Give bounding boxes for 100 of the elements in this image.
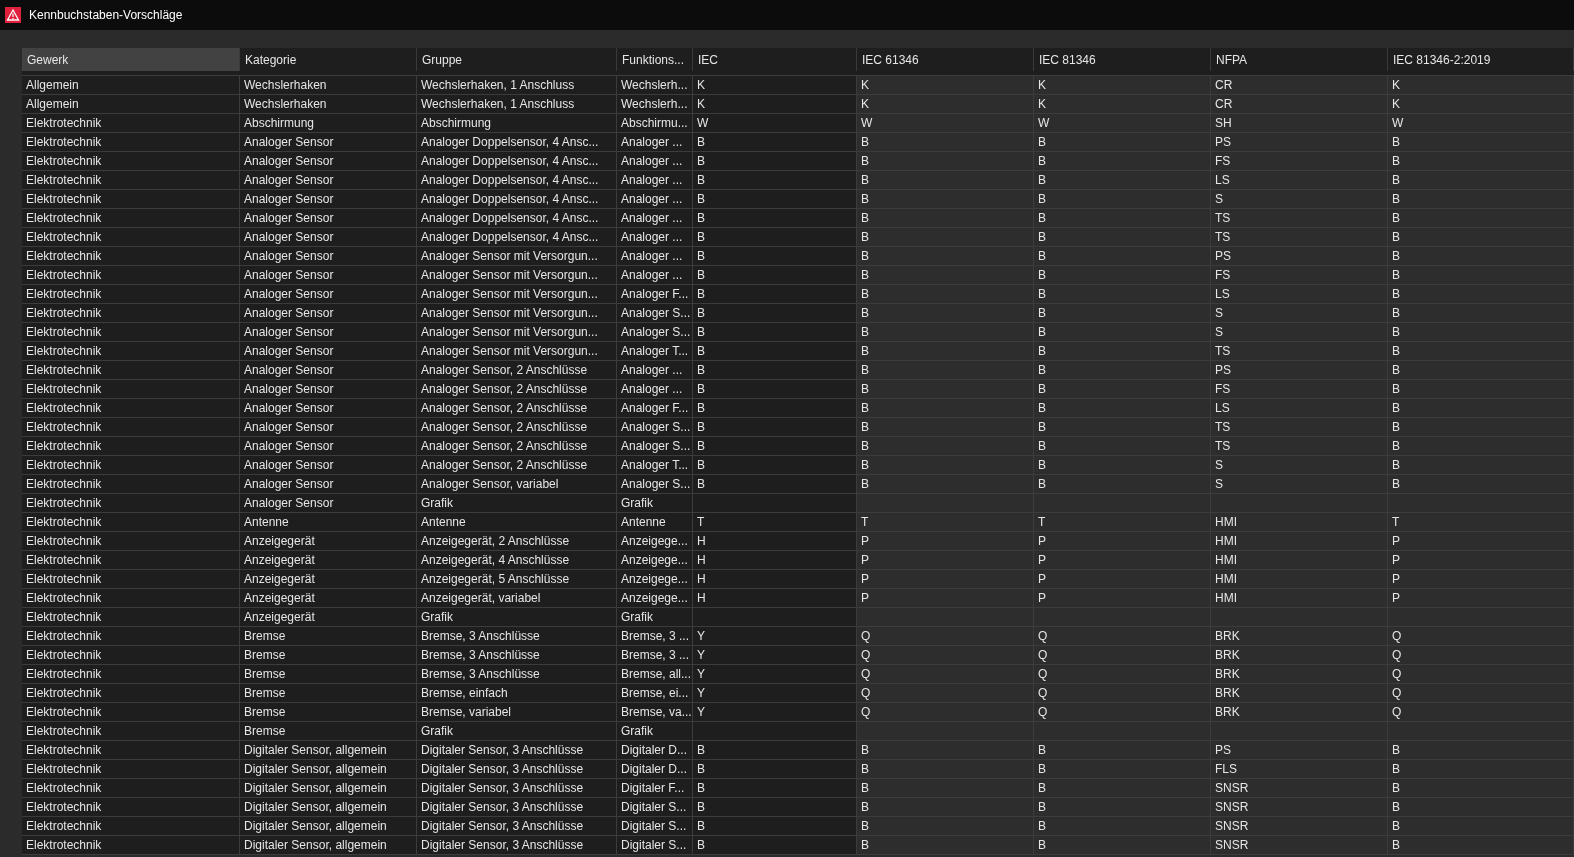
table-cell: Bremse, ei... — [617, 684, 693, 702]
table-cell: Elektrotechnik — [22, 114, 240, 132]
table-cell: Digitaler F... — [617, 779, 693, 797]
table-cell: Y — [693, 627, 857, 645]
table-cell: H — [693, 551, 857, 569]
table-cell: Elektrotechnik — [22, 646, 240, 664]
table-cell: Analoger Sensor mit Versorgun... — [417, 342, 617, 360]
table-cell: B — [693, 304, 857, 322]
table-cell: Analoger ... — [617, 380, 693, 398]
table-cell: Analoger Sensor — [240, 494, 417, 512]
table-cell: Elektrotechnik — [22, 817, 240, 835]
table-cell: Bremse, 3 Anschlüsse — [417, 646, 617, 664]
table-cell: Elektrotechnik — [22, 247, 240, 265]
table-cell: Anzeigegerät, variabel — [417, 589, 617, 607]
table-cell: K — [693, 95, 857, 113]
table-cell: Analoger Sensor — [240, 475, 417, 493]
table-cell: Analoger Doppelsensor, 4 Ansc... — [417, 133, 617, 151]
column-header[interactable]: Gewerk — [22, 48, 240, 71]
table-cell: Bremse, 3 Anschlüsse — [417, 627, 617, 645]
table-cell: Analoger S... — [617, 323, 693, 341]
table-cell: Elektrotechnik — [22, 836, 240, 854]
table-cell: Digitaler Sensor, allgemein — [240, 779, 417, 797]
table-cell: Digitaler S... — [617, 798, 693, 816]
table-cell: B — [693, 741, 857, 759]
table-cell: B — [693, 399, 857, 417]
table-cell: Elektrotechnik — [22, 589, 240, 607]
table-cell: Analoger Doppelsensor, 4 Ansc... — [417, 209, 617, 227]
table-cell: Analoger ... — [617, 361, 693, 379]
table-cell: Elektrotechnik — [22, 304, 240, 322]
table-cell: Analoger Sensor — [240, 247, 417, 265]
table-cell: Analoger S... — [617, 437, 693, 455]
table-cell: Wechslerh... — [617, 76, 693, 94]
table-cell: Analoger Sensor — [240, 171, 417, 189]
table-cell: B — [693, 228, 857, 246]
table-cell: Analoger T... — [617, 342, 693, 360]
table-cell: Anzeigege... — [617, 570, 693, 588]
table-cell: Digitaler D... — [617, 741, 693, 759]
table-cell: Anzeigegerät, 5 Anschlüsse — [417, 570, 617, 588]
table-cell: Digitaler Sensor, 3 Anschlüsse — [417, 779, 617, 797]
table-cell: B — [693, 190, 857, 208]
table-cell: B — [693, 836, 857, 854]
table-cell: B — [693, 418, 857, 436]
table-cell: B — [693, 817, 857, 835]
table-cell: Analoger Sensor — [240, 304, 417, 322]
table-cell: Analoger ... — [617, 209, 693, 227]
table-cell: Y — [693, 684, 857, 702]
table-cell: Analoger Doppelsensor, 4 Ansc... — [417, 171, 617, 189]
table-cell: B — [693, 475, 857, 493]
table-cell: Analoger Sensor, 2 Anschlüsse — [417, 437, 617, 455]
table-cell: Analoger Sensor, variabel — [417, 475, 617, 493]
table-cell: Analoger Sensor — [240, 209, 417, 227]
table-cell: Bremse, all... — [617, 665, 693, 683]
table-cell: Elektrotechnik — [22, 608, 240, 626]
table-cell: Abschirmu... — [617, 114, 693, 132]
table-cell: Analoger Sensor mit Versorgun... — [417, 323, 617, 341]
table-cell: Elektrotechnik — [22, 361, 240, 379]
table-cell: B — [693, 247, 857, 265]
table-cell: Digitaler S... — [617, 817, 693, 835]
table-cell: Analoger ... — [617, 133, 693, 151]
table-cell: Elektrotechnik — [22, 779, 240, 797]
table-cell: Digitaler Sensor, 3 Anschlüsse — [417, 836, 617, 854]
table-cell: Y — [693, 703, 857, 721]
table-cell: W — [693, 114, 857, 132]
table-cell: Anzeigegerät, 4 Anschlüsse — [417, 551, 617, 569]
table-cell: Bremse, va... — [617, 703, 693, 721]
table-cell: Bremse, 3 ... — [617, 646, 693, 664]
table-cell: Elektrotechnik — [22, 798, 240, 816]
table-cell: Grafik — [417, 722, 617, 740]
window-title: Kennbuchstaben-Vorschläge — [29, 7, 183, 24]
table-cell: Anzeigegerät — [240, 589, 417, 607]
table-cell: Analoger Sensor — [240, 266, 417, 284]
table-cell: Analoger Sensor, 2 Anschlüsse — [417, 361, 617, 379]
table-cell: B — [693, 779, 857, 797]
table-cell: Elektrotechnik — [22, 684, 240, 702]
table-cell: Analoger Sensor — [240, 285, 417, 303]
table-cell: Analoger Sensor — [240, 323, 417, 341]
table-cell: Grafik — [417, 494, 617, 512]
table-cell: Y — [693, 665, 857, 683]
table-cell: Analoger Doppelsensor, 4 Ansc... — [417, 152, 617, 170]
table-cell: Analoger Sensor — [240, 437, 417, 455]
table-cell: Digitaler D... — [617, 760, 693, 778]
table-cell: Elektrotechnik — [22, 475, 240, 493]
table-cell: Bremse — [240, 684, 417, 702]
table-cell: Antenne — [417, 513, 617, 531]
table-cell: Elektrotechnik — [22, 209, 240, 227]
table-cell: Elektrotechnik — [22, 380, 240, 398]
table-cell: B — [693, 266, 857, 284]
table-cell: Abschirmung — [240, 114, 417, 132]
table-cell: B — [693, 798, 857, 816]
table-cell: Digitaler Sensor, 3 Anschlüsse — [417, 798, 617, 816]
table-cell: Elektrotechnik — [22, 741, 240, 759]
table-cell: Y — [693, 646, 857, 664]
table-cell: Elektrotechnik — [22, 285, 240, 303]
table-cell: B — [693, 437, 857, 455]
table-cell: Analoger Sensor — [240, 228, 417, 246]
table-cell: Digitaler Sensor, 3 Anschlüsse — [417, 741, 617, 759]
table-cell: Analoger S... — [617, 418, 693, 436]
table-cell: Elektrotechnik — [22, 665, 240, 683]
table-cell: Analoger Sensor mit Versorgun... — [417, 266, 617, 284]
table-cell: Analoger Sensor — [240, 361, 417, 379]
